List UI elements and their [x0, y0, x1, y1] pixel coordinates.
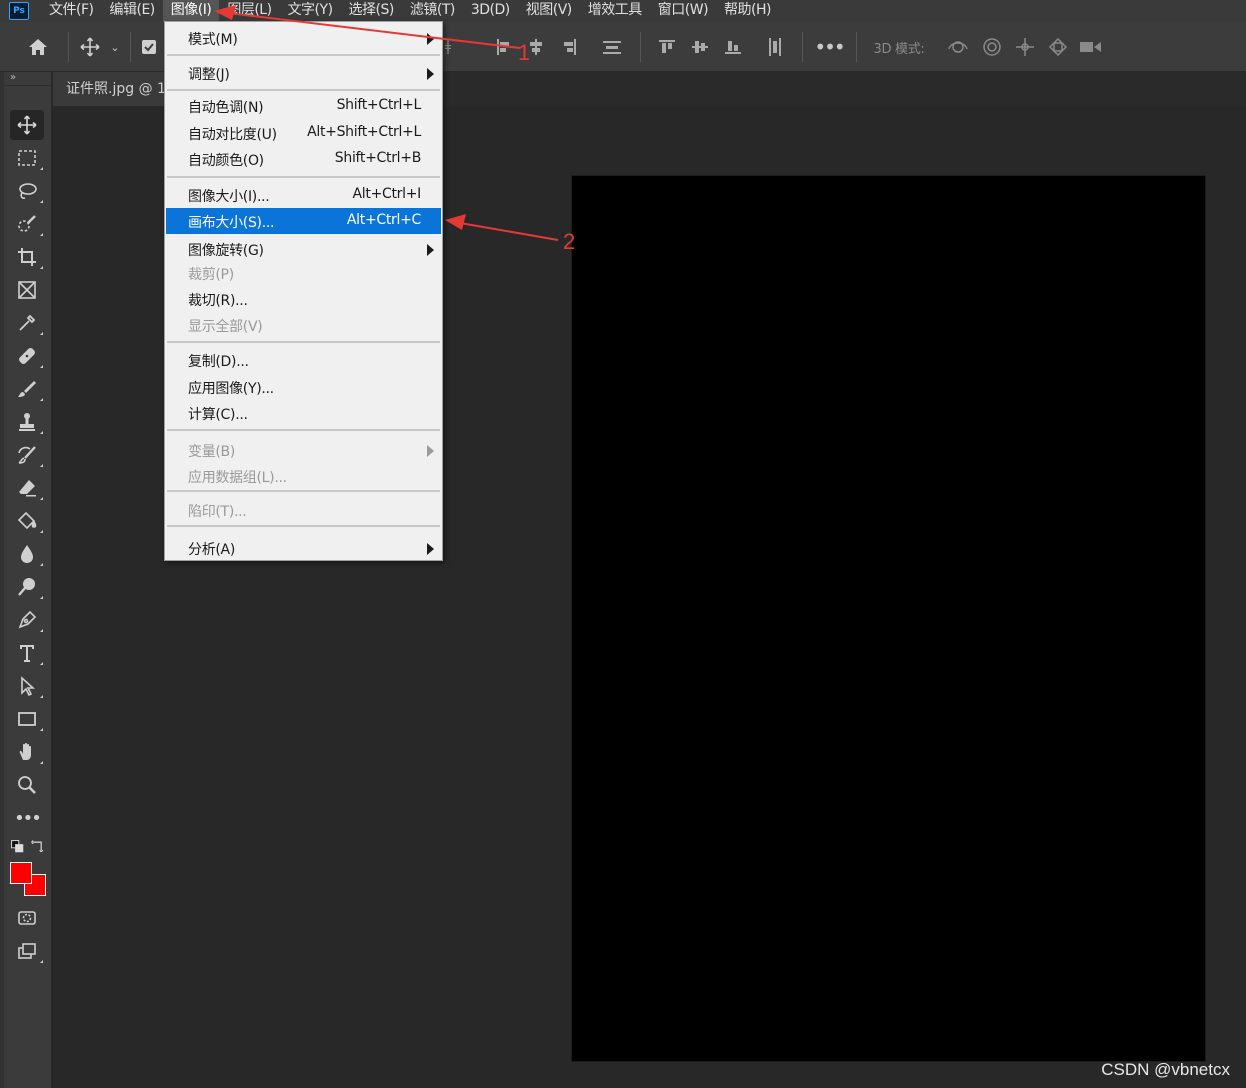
menu-file[interactable]: 文件(F)	[41, 0, 101, 22]
submenu-arrow-icon	[427, 543, 434, 555]
brush-icon[interactable]	[10, 374, 44, 404]
menu-item-trim[interactable]: 裁切(R)...	[166, 286, 441, 312]
menu-separator	[167, 54, 440, 56]
zoom-icon[interactable]	[10, 770, 44, 800]
menu-separator	[167, 176, 440, 178]
camera-3d-icon[interactable]	[1078, 22, 1104, 72]
menu-image[interactable]: 图像(I)	[162, 0, 220, 22]
menu-item-variables: 变量(B)	[166, 437, 441, 463]
type-tool-icon[interactable]	[10, 638, 44, 668]
swap-colors-icon[interactable]	[28, 837, 48, 857]
align-left-edges-icon[interactable]	[493, 22, 515, 72]
menu-item-trap: 陷印(T)...	[188, 504, 247, 520]
move-tool-icon[interactable]	[10, 110, 44, 140]
image-menu-dropdown: 模式(M) 调整(J) 自动色调(N) Shift+Ctrl+L 自动对比度(U)…	[164, 21, 443, 561]
move-tool-icon[interactable]	[76, 22, 104, 72]
menu-filter[interactable]: 滤镜(T)	[402, 0, 463, 22]
menu-select[interactable]: 选择(S)	[341, 0, 402, 22]
menu-item-image-size[interactable]: 图像大小(I)... Alt+Ctrl+I	[166, 182, 441, 208]
pen-icon[interactable]	[10, 605, 44, 635]
menu-item-adjustments[interactable]: 调整(J)	[166, 60, 441, 86]
menu-layer[interactable]: 图层(L)	[219, 0, 279, 22]
toolbar-collapse-toggle[interactable]: »	[4, 72, 51, 86]
3d-mode-label: 3D 模式:	[873, 41, 925, 57]
foreground-color-swatch[interactable]	[10, 862, 32, 884]
menu-help[interactable]: 帮助(H)	[716, 0, 779, 22]
crop-icon[interactable]	[10, 242, 44, 272]
eyedropper-icon[interactable]	[10, 308, 44, 338]
pan-3d-icon[interactable]	[1012, 22, 1038, 72]
align-right-edges-icon[interactable]	[558, 22, 580, 72]
photoshop-logo-icon[interactable]: Ps	[9, 2, 29, 20]
menu-separator	[167, 525, 440, 527]
menu-separator	[167, 341, 440, 343]
home-icon[interactable]	[22, 22, 54, 72]
menu-edit[interactable]: 编辑(E)	[101, 0, 162, 22]
chevron-down-icon[interactable]: ⌄	[106, 22, 124, 72]
screen-mode-icon[interactable]	[10, 936, 44, 966]
menu-item-auto-contrast[interactable]: 自动对比度(U) Alt+Shift+Ctrl+L	[166, 120, 441, 146]
menu-item-duplicate[interactable]: 复制(D)...	[166, 347, 441, 373]
distribute-horizontally-icon[interactable]	[764, 22, 786, 72]
blur-drop-icon[interactable]	[10, 539, 44, 569]
menu-item-canvas-size[interactable]: 画布大小(S)... Alt+Ctrl+C	[166, 208, 441, 234]
submenu-arrow-icon	[427, 244, 434, 256]
menu-view[interactable]: 视图(V)	[518, 0, 580, 22]
menu-item-auto-color[interactable]: 自动颜色(O) Shift+Ctrl+B	[166, 146, 441, 172]
slide-3d-icon[interactable]	[1045, 22, 1071, 72]
rectangular-marquee-icon[interactable]	[10, 143, 44, 173]
frame-tool-icon[interactable]	[10, 275, 44, 305]
menu-separator	[167, 490, 440, 492]
annotation-label-2: 2	[563, 229, 576, 254]
menu-type[interactable]: 文字(Y)	[280, 0, 341, 22]
menu-item-image-rotation[interactable]: 图像旋转(G)	[166, 236, 441, 262]
menu-item-apply-data-set: 应用数据组(L)...	[188, 470, 287, 486]
watermark: CSDN @vbnetcx	[1101, 1060, 1230, 1079]
quick-mask-icon[interactable]	[10, 903, 44, 933]
more-options-icon[interactable]: •••	[814, 22, 845, 72]
healing-brush-icon[interactable]	[10, 341, 44, 371]
menu-plugins[interactable]: 增效工具	[580, 0, 650, 22]
menu-window[interactable]: 窗口(W)	[650, 0, 716, 22]
clone-stamp-icon[interactable]	[10, 407, 44, 437]
align-top-edges-icon[interactable]	[656, 22, 678, 72]
menu-item-analysis[interactable]: 分析(A)	[166, 535, 441, 561]
hand-icon[interactable]	[10, 737, 44, 767]
align-bottom-edges-icon[interactable]	[722, 22, 744, 72]
default-colors-icon[interactable]	[8, 837, 28, 857]
lasso-icon[interactable]	[10, 176, 44, 206]
document-canvas[interactable]	[572, 176, 1205, 1061]
menu-bar: Ps 文件(F) 编辑(E) 图像(I) 图层(L) 文字(Y) 选择(S) 滤…	[0, 0, 1246, 22]
eraser-icon[interactable]	[10, 473, 44, 503]
submenu-arrow-icon	[427, 33, 434, 45]
document-tab[interactable]: 证件照.jpg @ 1	[53, 72, 165, 106]
quick-selection-icon[interactable]	[10, 209, 44, 239]
edit-toolbar-icon[interactable]: •••	[10, 803, 44, 833]
menu-separator	[167, 429, 440, 431]
submenu-arrow-icon	[427, 68, 434, 80]
menu-item-calculations[interactable]: 计算(C)...	[166, 400, 441, 426]
annotation-label-1: 1	[518, 40, 531, 65]
orbit-3d-icon[interactable]	[945, 22, 971, 72]
auto-select-checkbox[interactable]	[138, 22, 160, 72]
tools-panel: » •••	[4, 72, 52, 1088]
roll-3d-icon[interactable]	[979, 22, 1005, 72]
menu-item-mode[interactable]: 模式(M)	[166, 25, 441, 51]
align-vertical-centers-icon[interactable]	[689, 22, 711, 72]
history-brush-icon[interactable]	[10, 440, 44, 470]
paint-bucket-icon[interactable]	[10, 506, 44, 536]
menu-separator	[167, 89, 440, 91]
menu-item-auto-tone[interactable]: 自动色调(N) Shift+Ctrl+L	[166, 93, 441, 119]
distribute-vertically-icon[interactable]	[600, 22, 624, 72]
rectangle-tool-icon[interactable]	[10, 704, 44, 734]
path-selection-icon[interactable]	[10, 671, 44, 701]
menu-3d[interactable]: 3D(D)	[463, 0, 518, 22]
submenu-arrow-icon	[427, 445, 434, 457]
menu-item-crop: 裁剪(P)	[188, 267, 234, 283]
menu-item-apply-image[interactable]: 应用图像(Y)...	[166, 374, 441, 400]
menu-item-reveal-all: 显示全部(V)	[188, 319, 263, 335]
dodge-icon[interactable]	[10, 572, 44, 602]
